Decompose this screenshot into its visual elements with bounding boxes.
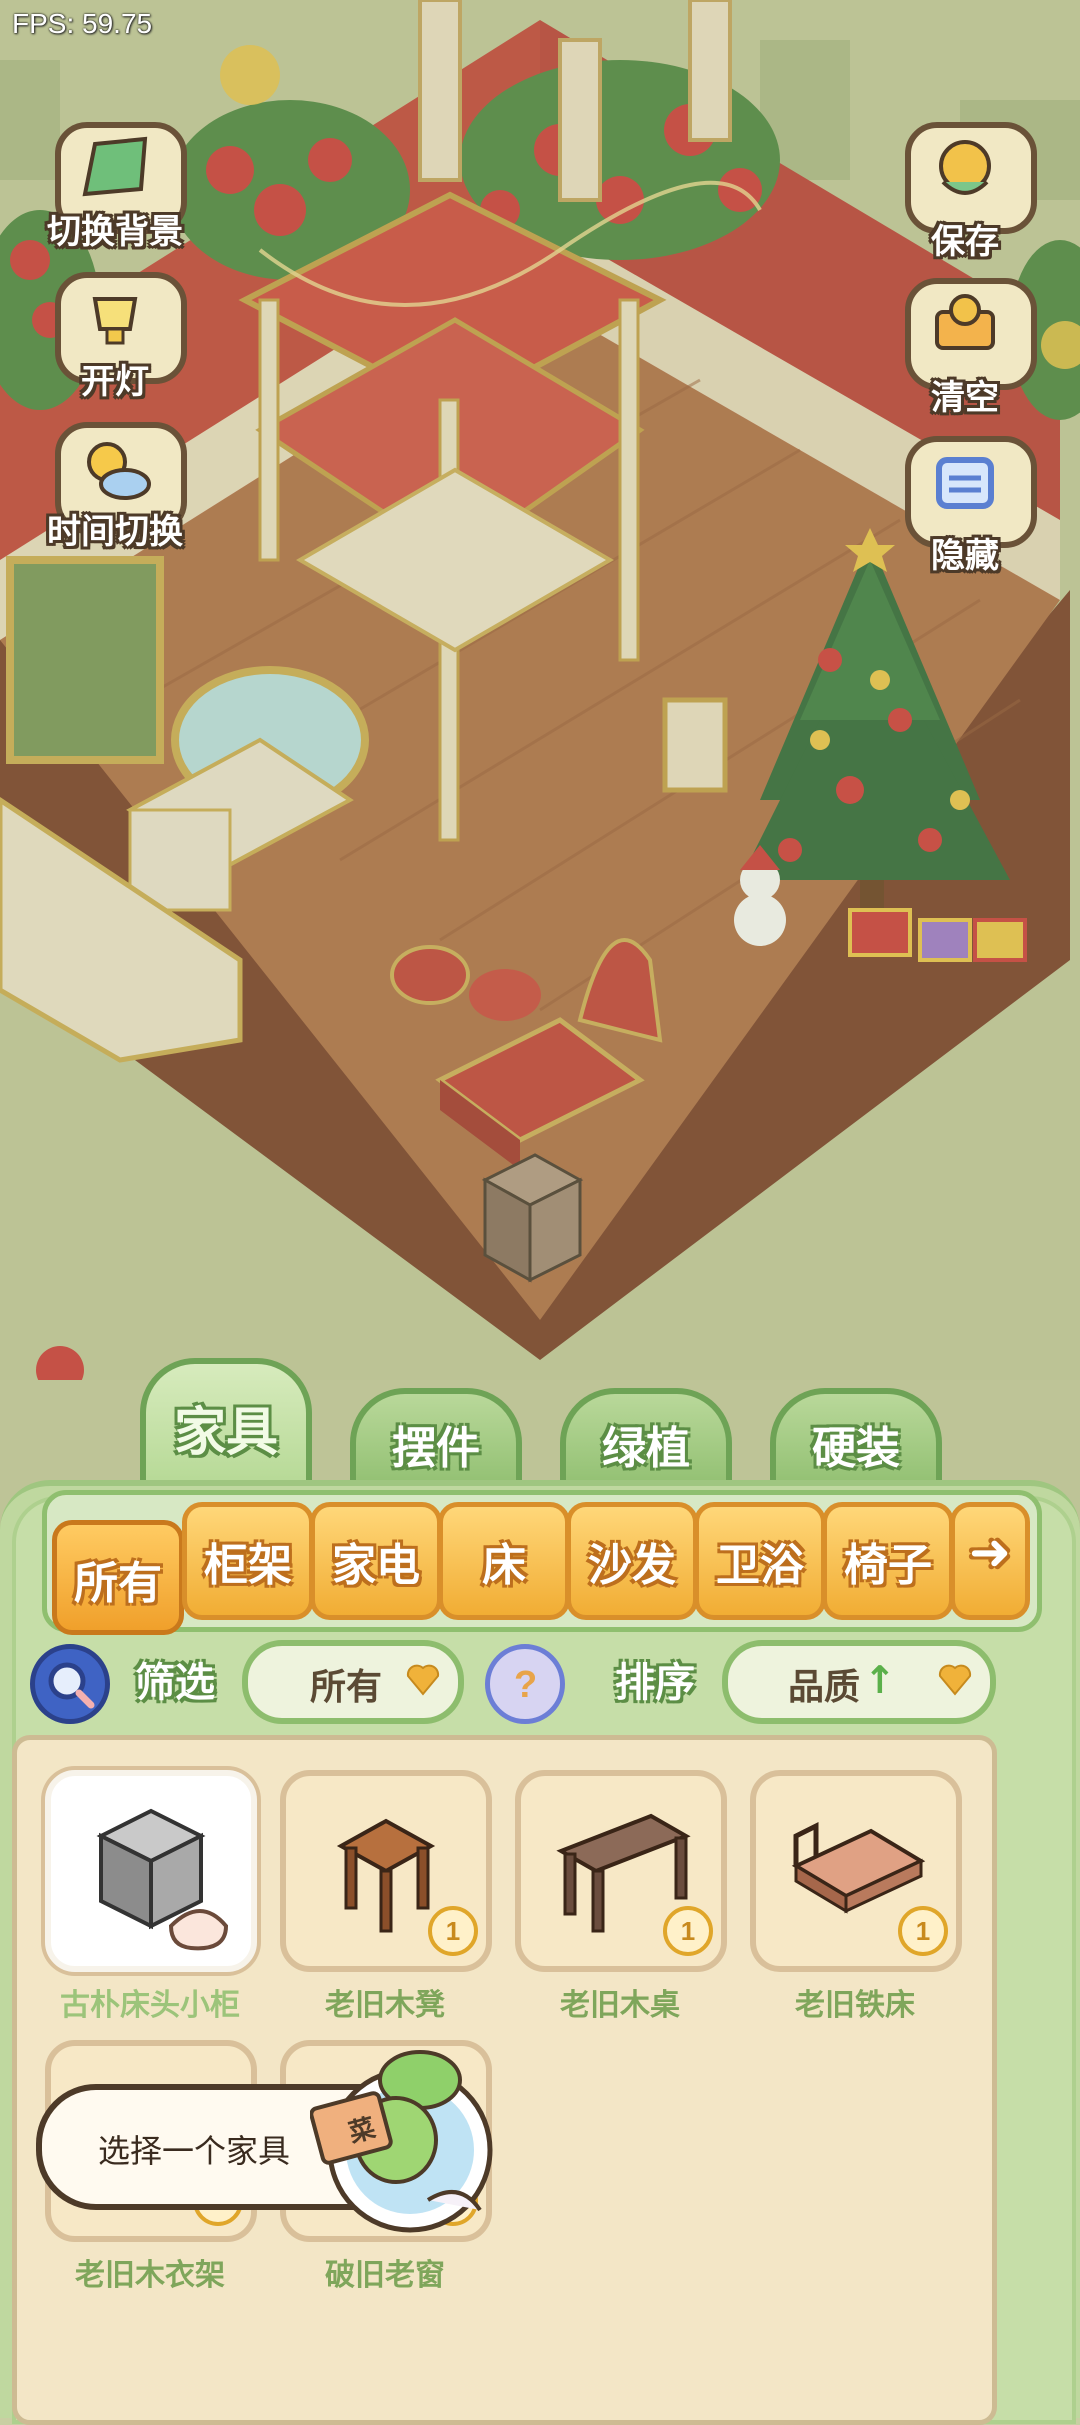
light-toggle-button[interactable]: 开灯 xyxy=(30,272,200,412)
hide-frame-icon xyxy=(936,457,994,509)
filter-dropdown[interactable]: 所有 xyxy=(242,1640,464,1724)
fps-counter: FPS: 59.75 xyxy=(12,8,153,39)
cabinet-icon xyxy=(96,1808,229,1951)
tab-furniture-label: 家具 xyxy=(173,1403,278,1463)
time-switch-button[interactable]: 时间切换 xyxy=(30,422,200,562)
lamp-icon xyxy=(92,297,138,345)
hide-label: 隐藏 xyxy=(931,536,999,576)
sort-label: 排序 xyxy=(615,1660,695,1706)
time-switch-label: 时间切换 xyxy=(47,512,183,552)
item-name: 老旧木凳 xyxy=(325,1988,445,2023)
arrow-right-icon: ➜ xyxy=(969,1523,1011,1581)
item-name: 老旧木衣架 xyxy=(75,2258,225,2293)
duck-save-icon xyxy=(939,140,991,195)
tab-hard-decor-label: 硬装 xyxy=(812,1423,900,1474)
search-button[interactable] xyxy=(30,1644,110,1724)
item-card: 1 xyxy=(280,1770,492,1972)
subtab-cabinets-label: 柜架 xyxy=(204,1540,292,1591)
question-icon: ? xyxy=(514,1664,537,1706)
item-name: 古朴床头小柜 xyxy=(60,1988,240,2023)
subtab-appliances-label: 家电 xyxy=(332,1540,420,1591)
item-count-badge: 1 xyxy=(428,1906,478,1956)
filter-value: 所有 xyxy=(310,1667,383,1708)
tutorial-tip-text: 选择一个家具 xyxy=(98,2132,291,2170)
help-button[interactable]: ? xyxy=(485,1644,565,1724)
sort-dropdown[interactable]: 品质 ↑ xyxy=(722,1640,996,1724)
sun-cloud-icon xyxy=(87,442,151,500)
save-label: 保存 xyxy=(931,222,999,262)
dropdown-heart-icon xyxy=(406,1664,440,1696)
subtab-sofas[interactable]: 沙发 xyxy=(566,1502,698,1620)
subtab-next-button[interactable]: ➜ xyxy=(950,1502,1030,1620)
sort-up-arrow-icon: ↑ xyxy=(864,1658,896,1702)
sort-value: 品质 xyxy=(788,1667,861,1708)
switch-background-button[interactable]: 切换背景 xyxy=(30,122,200,262)
duck-clear-icon xyxy=(935,294,995,350)
item-name: 老旧木桌 xyxy=(560,1988,680,2023)
background-swap-icon xyxy=(82,136,148,197)
filter-row: 筛选 所有 ? 排序 品质 ↑ xyxy=(30,1640,1050,1730)
clear-label: 清空 xyxy=(931,378,999,418)
subtab-bathroom-label: 卫浴 xyxy=(716,1540,804,1591)
item-card xyxy=(45,1770,257,1972)
light-toggle-label: 开灯 xyxy=(81,362,149,402)
item-card: 1 xyxy=(515,1770,727,1972)
dropdown-heart-icon xyxy=(938,1664,972,1696)
item-name: 破旧老窗 xyxy=(325,2258,445,2293)
item-count-badge: 1 xyxy=(663,1906,713,1956)
subtab-bathroom[interactable]: 卫浴 xyxy=(694,1502,826,1620)
item-card: 1 xyxy=(750,1770,962,1972)
subtab-beds[interactable]: 床 xyxy=(438,1502,570,1620)
subtab-sofas-label: 沙发 xyxy=(588,1540,676,1591)
clear-button[interactable]: 清空 xyxy=(880,278,1050,418)
hide-button[interactable]: 隐藏 xyxy=(880,436,1050,576)
tab-ornaments-label: 摆件 xyxy=(392,1423,480,1474)
switch-background-label: 切换背景 xyxy=(47,212,183,252)
tab-furniture[interactable]: 家具 xyxy=(140,1358,312,1500)
subtab-cabinets[interactable]: 柜架 xyxy=(182,1502,314,1620)
subtab-all-label: 所有 xyxy=(74,1558,162,1609)
search-icon xyxy=(48,1662,95,1709)
subtab-beds-label: 床 xyxy=(482,1540,526,1591)
guide-character-icon: 菜 xyxy=(310,2050,493,2233)
subtab-chairs-label: 椅子 xyxy=(844,1540,932,1591)
item-name: 老旧铁床 xyxy=(795,1988,915,2023)
subtab-chairs[interactable]: 椅子 xyxy=(822,1502,954,1620)
svg-text:?: ? xyxy=(514,1664,537,1706)
filter-label: 筛选 xyxy=(135,1660,215,1706)
subtab-all[interactable]: 所有 xyxy=(52,1520,184,1635)
save-button[interactable]: 保存 xyxy=(880,122,1050,262)
subtab-appliances[interactable]: 家电 xyxy=(310,1502,442,1620)
item-count-badge: 1 xyxy=(898,1906,948,1956)
tab-plants-label: 绿植 xyxy=(602,1423,690,1474)
